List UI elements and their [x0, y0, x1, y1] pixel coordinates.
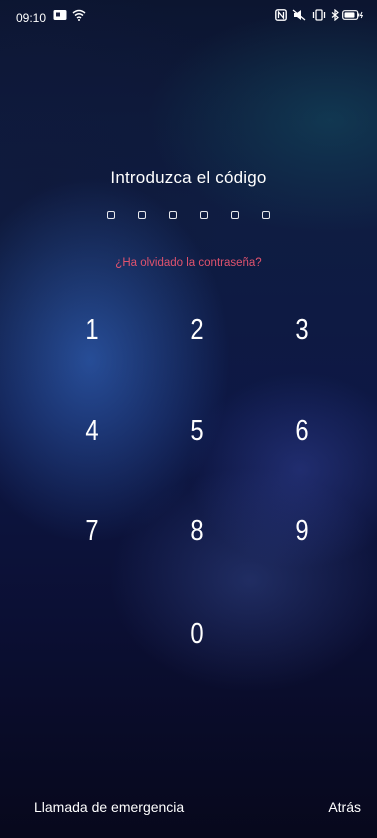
forgot-password-link[interactable]: ¿Ha olvidado la contraseña?	[0, 257, 377, 269]
pin-dot	[107, 211, 115, 219]
key-3[interactable]: 3	[273, 300, 330, 360]
passcode-title: Introduzca el código	[110, 168, 267, 187]
pin-dot	[169, 211, 177, 219]
pin-dot	[138, 211, 146, 219]
wifi-icon	[72, 9, 86, 24]
notification-icon	[53, 9, 67, 24]
pin-dot	[262, 211, 270, 219]
pin-dot	[200, 211, 208, 219]
vibrate-icon	[311, 9, 327, 24]
pin-indicator	[0, 211, 377, 219]
key-8[interactable]: 8	[168, 501, 225, 561]
key-5[interactable]: 5	[168, 401, 225, 461]
status-bar: 09:10	[0, 0, 377, 30]
key-0[interactable]: 0	[168, 604, 225, 664]
key-9[interactable]: 9	[273, 501, 330, 561]
key-7[interactable]: 7	[63, 501, 120, 561]
key-2[interactable]: 2	[168, 300, 225, 360]
lock-screen: 09:10 Introduzca el código ¿Ha olvidado …	[0, 0, 377, 838]
back-button[interactable]: Atrás	[328, 799, 361, 815]
key-4[interactable]: 4	[63, 401, 120, 461]
mute-icon	[292, 9, 306, 24]
emergency-call-button[interactable]: Llamada de emergencia	[34, 799, 184, 815]
nfc-icon	[275, 9, 287, 24]
bluetooth-icon	[331, 8, 340, 24]
pin-dot	[231, 211, 239, 219]
status-time: 09:10	[16, 11, 47, 25]
battery-icon	[342, 9, 364, 24]
key-6[interactable]: 6	[273, 401, 330, 461]
key-1[interactable]: 1	[63, 300, 120, 360]
